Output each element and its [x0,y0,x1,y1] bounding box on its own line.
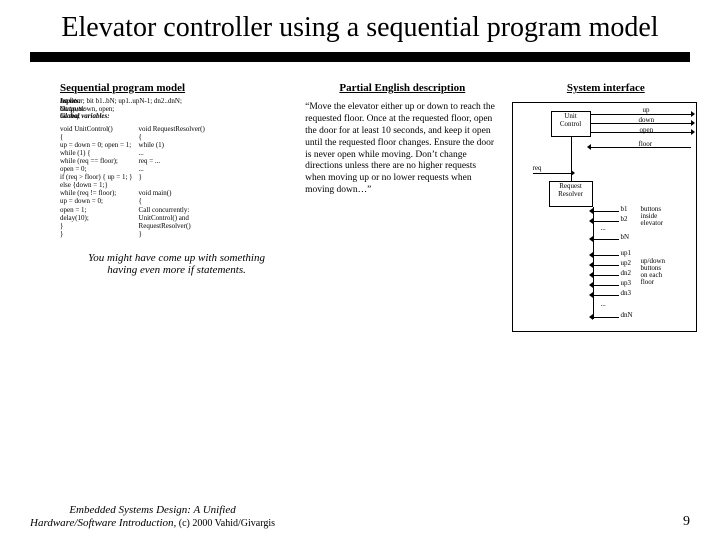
label-req: req [533,165,542,172]
label-dnN: dnN [621,312,633,319]
wire-b2 [593,221,619,222]
system-diagram: Unit Control Request Resolver up down op… [512,102,697,332]
footer-line2: Hardware/Software Introduction, [30,517,176,529]
io-declarations: Inputs: int floor; bit b1..bN; up1..upN-… [60,98,293,121]
footer-line1: Embedded Systems Design: A Unified [69,504,235,516]
label-up2: up2 [621,260,632,267]
wire-up2 [593,265,619,266]
wire-req-h [533,173,571,174]
system-heading: System interface [512,82,700,94]
code-unitcontrol: void UnitControl() { up = down = 0; open… [60,125,133,238]
wire-dnN [593,317,619,318]
system-interface-column: System interface Unit Control Request Re… [512,82,700,332]
label-down: down [639,117,655,124]
code-requestresolver-main: void RequestResolver() { while (1) ... r… [139,125,205,238]
label-updn-dots: ... [601,301,606,308]
label-bN: bN [621,234,630,241]
wire-b1 [593,211,619,212]
author-note: You might have come up with something ha… [60,252,293,276]
label-b1: b1 [621,206,628,213]
wire-bN [593,239,619,240]
wire-up [591,114,691,115]
footer: Embedded Systems Design: A Unified Hardw… [30,504,690,530]
content-area: Sequential program model Inputs: int flo… [0,74,720,332]
title-rule [30,52,690,58]
footer-copyright: (c) 2000 Vahid/Givargis [176,518,275,529]
request-resolver-box: Request Resolver [549,181,593,207]
sequential-heading: Sequential program model [60,82,293,94]
label-b-dots: ... [601,225,606,232]
title-rule-2 [30,60,690,62]
unit-control-box: Unit Control [551,111,591,137]
wire-up3 [593,285,619,286]
globals-label: Global variables: [60,113,110,120]
label-open: open [640,127,654,134]
inputs-label: Inputs: [60,98,81,105]
footer-credit: Embedded Systems Design: A Unified Hardw… [30,504,275,530]
label-up: up [643,107,650,114]
wire-rr-bus [593,207,594,319]
wire-dn2 [593,275,619,276]
annot-buttons-inside: buttons inside elevator [641,206,664,227]
sequential-model-column: Sequential program model Inputs: int flo… [60,82,293,332]
slide-title: Elevator controller using a sequential p… [0,0,720,50]
label-up1: up1 [621,250,632,257]
label-dn2: dn2 [621,270,632,277]
label-dn3: dn3 [621,290,632,297]
wire-dn3 [593,295,619,296]
label-floor: floor [639,141,653,148]
wire-up1 [593,255,619,256]
label-b2: b2 [621,216,628,223]
english-description: “Move the elevator either up or down to … [303,98,501,197]
page-number: 9 [683,514,690,530]
partial-heading: Partial English description [303,82,501,94]
label-up3: up3 [621,280,632,287]
english-description-column: Partial English description “Move the el… [303,82,501,332]
annot-updown-buttons: up/down buttons on each floor [641,258,666,286]
code-block: void UnitControl() { up = down = 0; open… [60,125,293,238]
